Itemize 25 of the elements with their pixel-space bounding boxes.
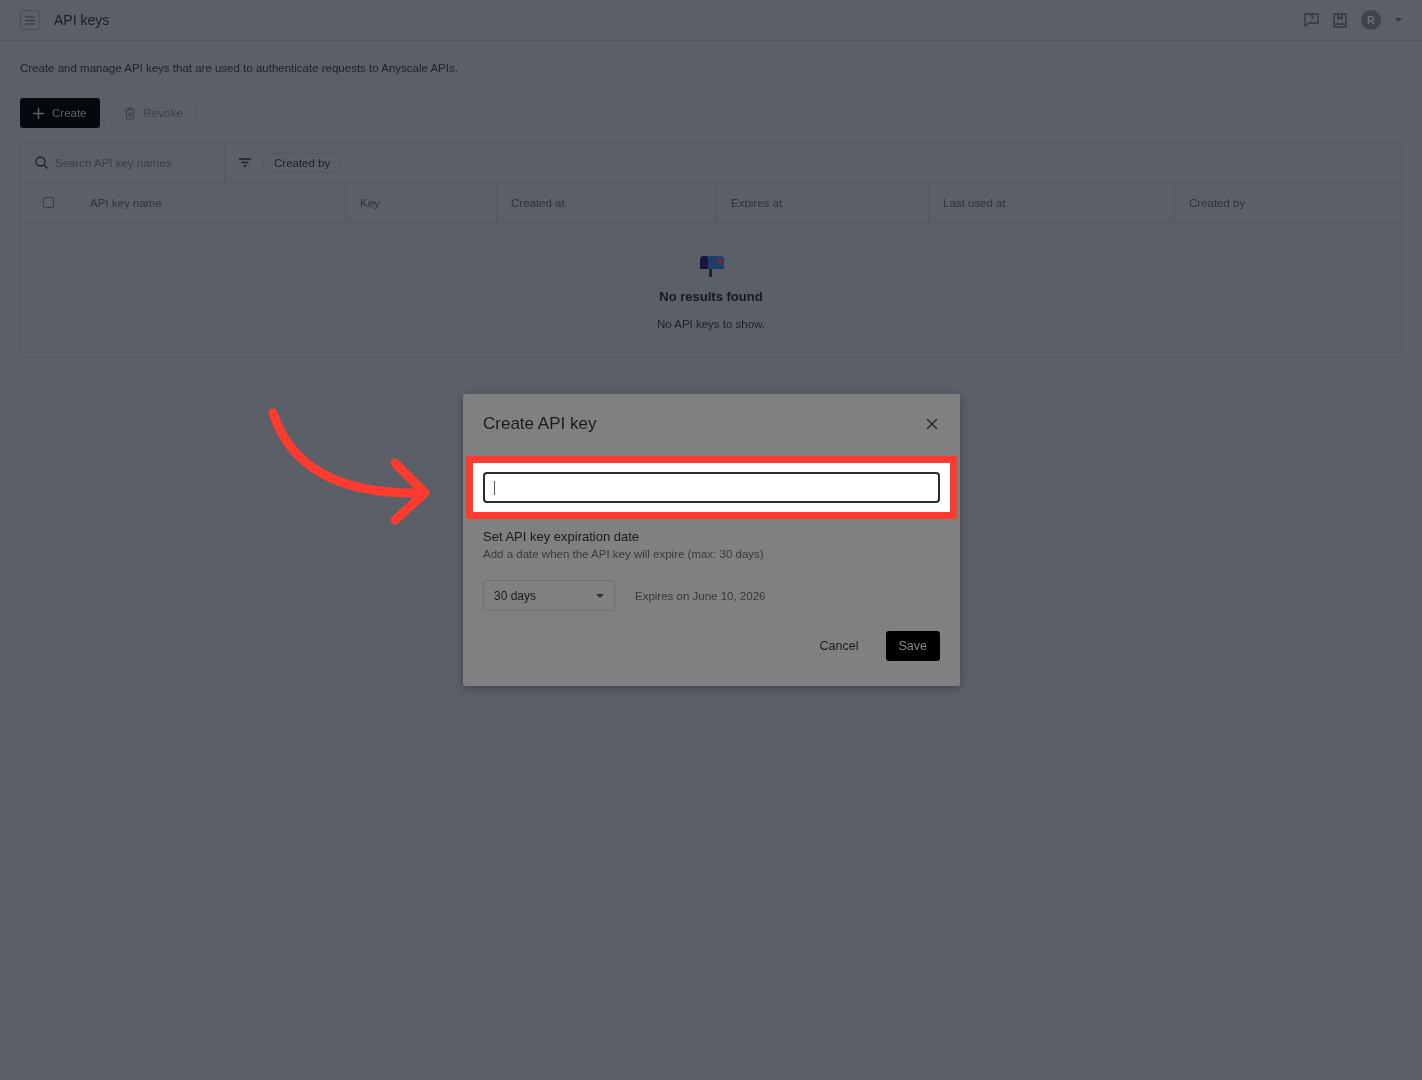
cancel-button[interactable]: Cancel xyxy=(806,631,872,661)
menu-icon[interactable] xyxy=(20,10,40,30)
filter-icon[interactable] xyxy=(239,158,251,167)
page-title: API keys xyxy=(54,12,110,28)
select-all-checkbox[interactable] xyxy=(43,197,54,208)
book-icon[interactable] xyxy=(1333,12,1347,28)
empty-state-title: No results found xyxy=(659,289,763,304)
close-icon[interactable] xyxy=(924,416,940,432)
expiration-select[interactable]: 30 days xyxy=(483,580,615,611)
dialog-title: Create API key xyxy=(483,414,597,434)
plus-icon xyxy=(33,107,44,119)
trash-icon xyxy=(123,106,136,120)
page-description: Create and manage API keys that are used to authenticate requests to Anyscale APIs. xyxy=(20,62,459,74)
expiry-date-text: Expires on June 10, 2026 xyxy=(635,589,766,602)
save-button[interactable]: Save xyxy=(885,631,940,661)
caret-icon[interactable] xyxy=(1395,18,1402,22)
expiration-heading: Set API key expiration date xyxy=(483,529,641,544)
help-chat-icon[interactable] xyxy=(1304,13,1319,27)
create-button[interactable]: Create xyxy=(20,98,100,128)
caret-icon xyxy=(596,593,604,598)
search-icon xyxy=(35,156,48,169)
key-name-input[interactable] xyxy=(483,472,940,503)
expiration-hint: Add a date when the API key will expire (max: 30 days) xyxy=(483,548,765,560)
empty-state-message: No API keys to show. xyxy=(657,318,765,330)
mailbox-icon xyxy=(698,255,724,277)
